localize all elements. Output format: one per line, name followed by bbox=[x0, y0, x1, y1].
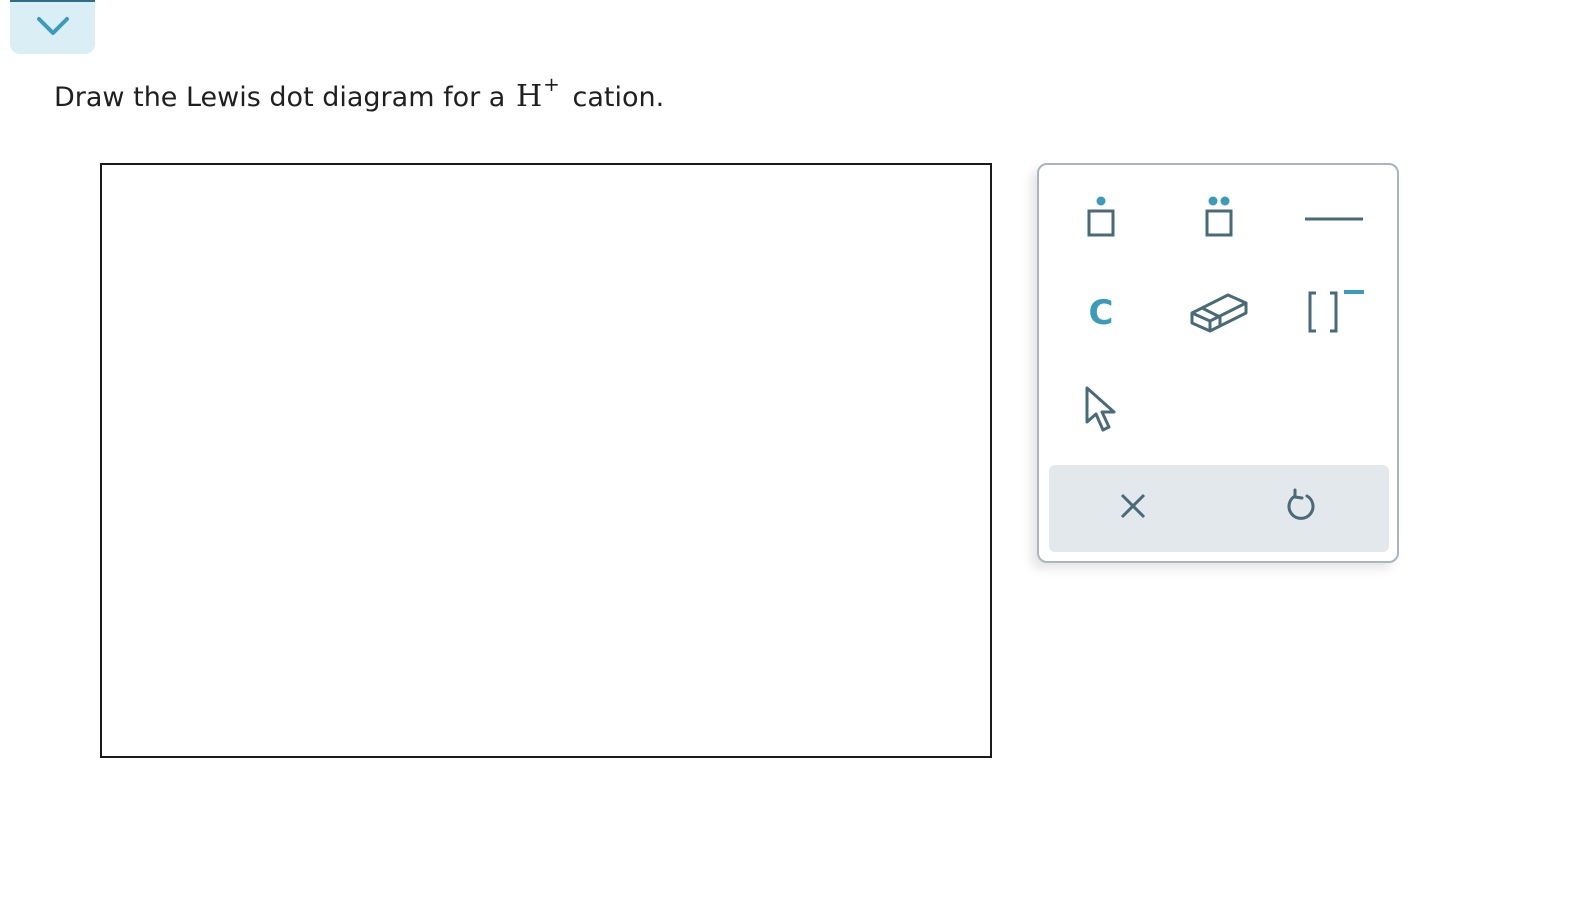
eraser-tool[interactable] bbox=[1184, 278, 1254, 348]
clear-button[interactable] bbox=[1103, 478, 1163, 538]
species-charge: + bbox=[543, 72, 560, 96]
single-electron-tool[interactable] bbox=[1066, 183, 1136, 253]
electron-pair-tool[interactable] bbox=[1184, 183, 1254, 253]
question-prefix: Draw the Lewis dot diagram for a bbox=[54, 82, 506, 113]
close-icon bbox=[1119, 492, 1147, 524]
question-prompt: Draw the Lewis dot diagram for a H+ cati… bbox=[54, 72, 665, 114]
undo-icon bbox=[1285, 488, 1317, 528]
chevron-down-icon bbox=[36, 15, 70, 41]
tool-palette: C bbox=[1037, 163, 1399, 563]
double-dot-box-icon bbox=[1199, 191, 1239, 245]
chemical-species: H+ bbox=[515, 72, 560, 114]
bond-line-icon bbox=[1304, 209, 1364, 228]
bond-tool[interactable] bbox=[1299, 183, 1369, 253]
collapse-button[interactable] bbox=[10, 0, 95, 54]
question-suffix: cation. bbox=[572, 82, 665, 113]
undo-button[interactable] bbox=[1271, 478, 1331, 538]
atom-tool[interactable]: C bbox=[1066, 278, 1136, 348]
bracket-charge-icon bbox=[1304, 285, 1368, 341]
single-dot-box-icon bbox=[1081, 191, 1121, 245]
pointer-icon bbox=[1081, 384, 1121, 440]
drawing-canvas[interactable] bbox=[100, 163, 992, 758]
eraser-icon bbox=[1188, 287, 1250, 339]
bracket-charge-tool[interactable] bbox=[1301, 278, 1371, 348]
species-symbol: H bbox=[515, 79, 543, 114]
element-c-icon: C bbox=[1088, 293, 1114, 333]
select-tool[interactable] bbox=[1066, 377, 1136, 447]
action-bar bbox=[1049, 465, 1389, 552]
